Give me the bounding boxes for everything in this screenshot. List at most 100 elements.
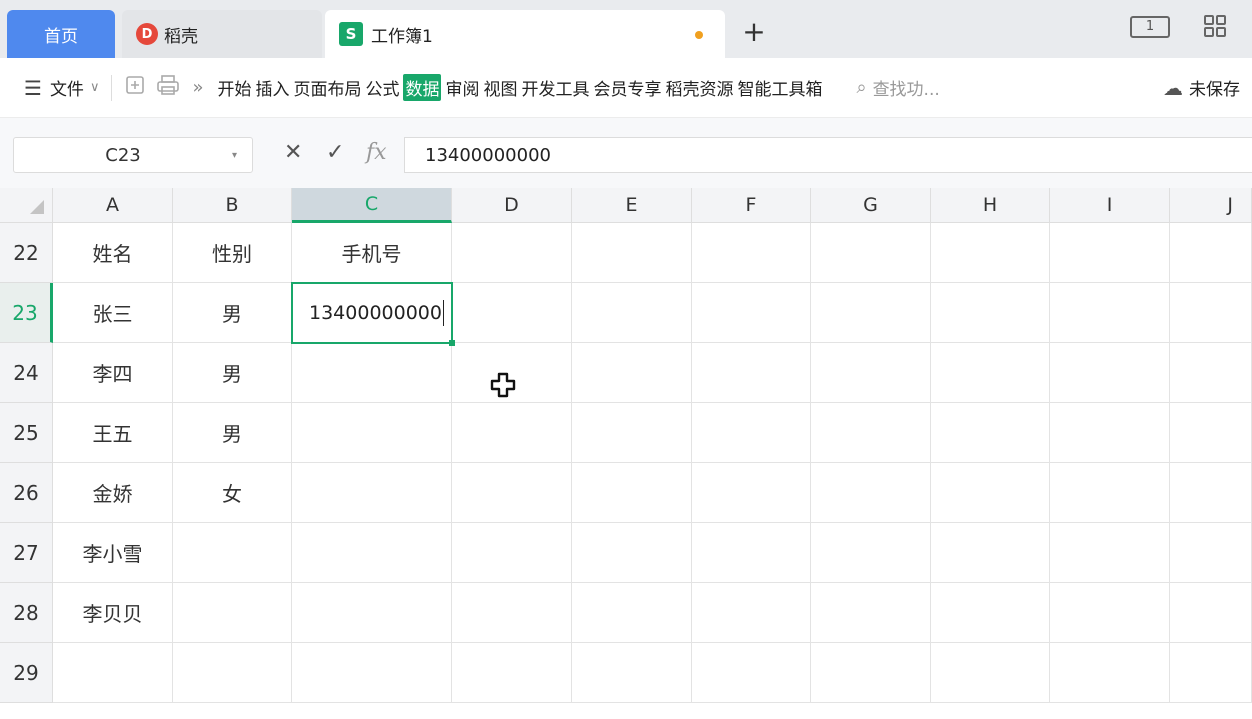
- cell-g27[interactable]: [811, 523, 931, 583]
- column-header-d[interactable]: D: [452, 188, 572, 223]
- cell-d27[interactable]: [452, 523, 572, 583]
- cell-i29[interactable]: [1050, 643, 1170, 703]
- cell-b23[interactable]: 男: [173, 283, 292, 343]
- cell-c24[interactable]: [292, 343, 452, 403]
- cell-f22[interactable]: [692, 223, 811, 283]
- menu-data[interactable]: 数据: [403, 74, 442, 101]
- column-header-e[interactable]: E: [572, 188, 692, 223]
- cell-j25[interactable]: [1170, 403, 1252, 463]
- cell-a29[interactable]: [53, 643, 173, 703]
- print-icon[interactable]: [156, 74, 180, 101]
- cell-j29[interactable]: [1170, 643, 1252, 703]
- confirm-edit-icon[interactable]: ✓: [326, 140, 344, 165]
- cell-f26[interactable]: [692, 463, 811, 523]
- cell-h22[interactable]: [931, 223, 1050, 283]
- window-layout-icon[interactable]: 1: [1130, 16, 1170, 38]
- menu-smart-toolbox[interactable]: 智能工具箱: [737, 75, 822, 100]
- cell-j27[interactable]: [1170, 523, 1252, 583]
- menu-developer[interactable]: 开发工具: [521, 75, 589, 100]
- cell-j23[interactable]: [1170, 283, 1252, 343]
- cell-d23[interactable]: [452, 283, 572, 343]
- cell-c29[interactable]: [292, 643, 452, 703]
- cell-h28[interactable]: [931, 583, 1050, 643]
- cell-i25[interactable]: [1050, 403, 1170, 463]
- row-header-28[interactable]: 28: [0, 583, 53, 643]
- tab-home[interactable]: 首页: [7, 10, 115, 58]
- cell-e29[interactable]: [572, 643, 692, 703]
- cell-h23[interactable]: [931, 283, 1050, 343]
- menu-member[interactable]: 会员专享: [593, 75, 661, 100]
- cell-d25[interactable]: [452, 403, 572, 463]
- cell-a28[interactable]: 李贝贝: [53, 583, 173, 643]
- column-header-c[interactable]: C: [292, 188, 452, 223]
- cell-g25[interactable]: [811, 403, 931, 463]
- more-chevron-icon[interactable]: »: [192, 77, 203, 98]
- cell-g24[interactable]: [811, 343, 931, 403]
- cell-g29[interactable]: [811, 643, 931, 703]
- cell-d22[interactable]: [452, 223, 572, 283]
- menu-docer-resources[interactable]: 稻壳资源: [665, 75, 733, 100]
- cell-h24[interactable]: [931, 343, 1050, 403]
- cell-b24[interactable]: 男: [173, 343, 292, 403]
- cell-a26[interactable]: 金娇: [53, 463, 173, 523]
- column-header-g[interactable]: G: [811, 188, 931, 223]
- menu-page-layout[interactable]: 页面布局: [293, 75, 361, 100]
- name-box-dropdown-icon[interactable]: ▾: [232, 150, 252, 161]
- name-box[interactable]: C23 ▾: [13, 137, 253, 173]
- cell-h29[interactable]: [931, 643, 1050, 703]
- cell-d29[interactable]: [452, 643, 572, 703]
- cell-d28[interactable]: [452, 583, 572, 643]
- cell-f24[interactable]: [692, 343, 811, 403]
- cell-e27[interactable]: [572, 523, 692, 583]
- menu-formula[interactable]: 公式: [365, 75, 399, 100]
- cell-i26[interactable]: [1050, 463, 1170, 523]
- row-header-22[interactable]: 22: [0, 223, 53, 283]
- cell-d26[interactable]: [452, 463, 572, 523]
- cell-a25[interactable]: 王五: [53, 403, 173, 463]
- cell-h26[interactable]: [931, 463, 1050, 523]
- tab-workbook[interactable]: S 工作簿1: [325, 10, 725, 58]
- cell-a27[interactable]: 李小雪: [53, 523, 173, 583]
- save-status[interactable]: ☁ 未保存: [1163, 75, 1240, 101]
- cell-e22[interactable]: [572, 223, 692, 283]
- row-header-26[interactable]: 26: [0, 463, 53, 523]
- cell-e28[interactable]: [572, 583, 692, 643]
- cell-b22[interactable]: 性别: [173, 223, 292, 283]
- row-header-29[interactable]: 29: [0, 643, 53, 703]
- cell-b27[interactable]: [173, 523, 292, 583]
- cell-a22[interactable]: 姓名: [53, 223, 173, 283]
- cell-j28[interactable]: [1170, 583, 1252, 643]
- menu-start[interactable]: 开始: [217, 75, 251, 100]
- cell-j24[interactable]: [1170, 343, 1252, 403]
- menu-insert[interactable]: 插入: [255, 75, 289, 100]
- column-header-j[interactable]: J: [1170, 188, 1252, 223]
- cell-b25[interactable]: 男: [173, 403, 292, 463]
- column-header-i[interactable]: I: [1050, 188, 1170, 223]
- apps-grid-icon[interactable]: [1203, 14, 1227, 43]
- cell-b29[interactable]: [173, 643, 292, 703]
- cell-c28[interactable]: [292, 583, 452, 643]
- cell-b28[interactable]: [173, 583, 292, 643]
- cell-i24[interactable]: [1050, 343, 1170, 403]
- cell-g28[interactable]: [811, 583, 931, 643]
- add-tab-button[interactable]: +: [740, 18, 768, 46]
- file-menu-caret-icon[interactable]: ∨: [90, 80, 100, 95]
- cell-f25[interactable]: [692, 403, 811, 463]
- cell-e26[interactable]: [572, 463, 692, 523]
- cell-e24[interactable]: [572, 343, 692, 403]
- row-header-27[interactable]: 27: [0, 523, 53, 583]
- insert-function-icon[interactable]: fx: [366, 140, 387, 165]
- cell-f29[interactable]: [692, 643, 811, 703]
- active-cell-editor[interactable]: 13400000000: [291, 282, 455, 346]
- cell-g23[interactable]: [811, 283, 931, 343]
- fill-handle[interactable]: [449, 340, 455, 346]
- cell-j22[interactable]: [1170, 223, 1252, 283]
- cell-c26[interactable]: [292, 463, 452, 523]
- spreadsheet-grid[interactable]: A B C D E F G H I J 22 姓名 性别 手机号 23 张三男 24 李四男 2…: [0, 188, 1252, 719]
- cell-g22[interactable]: [811, 223, 931, 283]
- select-all-corner[interactable]: [0, 188, 53, 223]
- cell-j26[interactable]: [1170, 463, 1252, 523]
- menu-review[interactable]: 审阅: [445, 75, 479, 100]
- cell-b26[interactable]: 女: [173, 463, 292, 523]
- cell-c22[interactable]: 手机号: [292, 223, 452, 283]
